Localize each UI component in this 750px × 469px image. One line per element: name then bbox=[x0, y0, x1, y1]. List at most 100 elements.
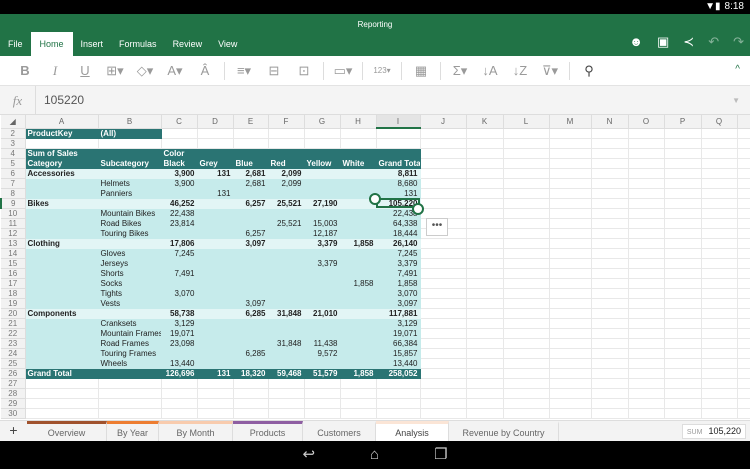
cell-g30[interactable] bbox=[304, 408, 340, 418]
cell-o16[interactable] bbox=[628, 268, 664, 278]
expand-formula-icon[interactable]: ▼ bbox=[732, 96, 740, 105]
cell-h10[interactable] bbox=[340, 208, 376, 218]
selection-handle[interactable] bbox=[369, 193, 381, 205]
cell-g11[interactable]: 15,003 bbox=[304, 218, 340, 228]
cell-e25[interactable] bbox=[233, 358, 268, 368]
cell-d17[interactable] bbox=[197, 278, 233, 288]
cell-m10[interactable] bbox=[549, 208, 591, 218]
cell-a23[interactable] bbox=[25, 338, 98, 348]
cell-j30[interactable] bbox=[420, 408, 466, 418]
cell-e16[interactable] bbox=[233, 268, 268, 278]
column-header-i[interactable]: I bbox=[376, 115, 420, 128]
cell-q3[interactable] bbox=[701, 138, 737, 148]
cell-g3[interactable] bbox=[304, 138, 340, 148]
align-icon[interactable]: ≡▾ bbox=[229, 63, 259, 79]
cell-f26[interactable]: 59,468 bbox=[268, 368, 304, 378]
cell-l24[interactable] bbox=[503, 348, 549, 358]
column-header-o[interactable]: O bbox=[628, 115, 664, 128]
row-header[interactable]: 16 bbox=[1, 268, 25, 278]
row-header[interactable]: 11 bbox=[1, 218, 25, 228]
cell-a12[interactable] bbox=[25, 228, 98, 238]
cell-o26[interactable] bbox=[628, 368, 664, 378]
cell-l9[interactable] bbox=[503, 198, 549, 208]
cell-b25[interactable]: Wheels bbox=[98, 358, 161, 368]
cell-c17[interactable] bbox=[161, 278, 197, 288]
cell-b7[interactable]: Helmets bbox=[98, 178, 161, 188]
cell-n20[interactable] bbox=[591, 308, 628, 318]
cell-p13[interactable] bbox=[664, 238, 701, 248]
cell-g16[interactable] bbox=[304, 268, 340, 278]
cell-q17[interactable] bbox=[701, 278, 737, 288]
cell-n27[interactable] bbox=[591, 378, 628, 388]
wrap-text-icon[interactable]: ⊡ bbox=[289, 63, 319, 79]
cell-p7[interactable] bbox=[664, 178, 701, 188]
cell-m12[interactable] bbox=[549, 228, 591, 238]
cell-m20[interactable] bbox=[549, 308, 591, 318]
cell-p15[interactable] bbox=[664, 258, 701, 268]
cell-e13[interactable]: 3,097 bbox=[233, 238, 268, 248]
cell-c28[interactable] bbox=[161, 388, 197, 398]
cell-a20[interactable]: Components bbox=[25, 308, 98, 318]
sheet-tab-analysis[interactable]: Analysis bbox=[376, 421, 449, 441]
sheet-tab-customers[interactable]: Customers bbox=[303, 421, 376, 441]
cell-i8[interactable]: 131 bbox=[376, 188, 420, 198]
cell-i24[interactable]: 15,857 bbox=[376, 348, 420, 358]
cell-d13[interactable] bbox=[197, 238, 233, 248]
cell-e3[interactable] bbox=[233, 138, 268, 148]
cell-p16[interactable] bbox=[664, 268, 701, 278]
cell-f11[interactable]: 25,521 bbox=[268, 218, 304, 228]
cell-q11[interactable] bbox=[701, 218, 737, 228]
cell-o25[interactable] bbox=[628, 358, 664, 368]
cell-e2[interactable] bbox=[233, 128, 268, 138]
column-header-g[interactable]: G bbox=[304, 115, 340, 128]
row-header[interactable]: 3 bbox=[1, 138, 25, 148]
cell-n25[interactable] bbox=[591, 358, 628, 368]
cell-a22[interactable] bbox=[25, 328, 98, 338]
cell-l6[interactable] bbox=[503, 168, 549, 178]
cell-o12[interactable] bbox=[628, 228, 664, 238]
cell-c11[interactable]: 23,814 bbox=[161, 218, 197, 228]
cell-r19[interactable] bbox=[737, 298, 750, 308]
cell-f21[interactable] bbox=[268, 318, 304, 328]
sheet-tab-overview[interactable]: Overview bbox=[27, 421, 107, 441]
cell-h3[interactable] bbox=[340, 138, 376, 148]
cell-o17[interactable] bbox=[628, 278, 664, 288]
cell-d24[interactable] bbox=[197, 348, 233, 358]
share-icon[interactable]: ≺ bbox=[683, 34, 694, 50]
cell-m9[interactable] bbox=[549, 198, 591, 208]
cell-b27[interactable] bbox=[98, 378, 161, 388]
row-header[interactable]: 29 bbox=[1, 398, 25, 408]
cell-p10[interactable] bbox=[664, 208, 701, 218]
cell-j14[interactable] bbox=[420, 248, 466, 258]
cell-e5[interactable]: Blue bbox=[233, 158, 268, 168]
cell-i12[interactable]: 18,444 bbox=[376, 228, 420, 238]
cell-d9[interactable] bbox=[197, 198, 233, 208]
cell-e20[interactable]: 6,285 bbox=[233, 308, 268, 318]
cell-k9[interactable] bbox=[466, 198, 503, 208]
cell-m4[interactable] bbox=[549, 148, 591, 158]
find-binoculars-icon[interactable]: ⚲ bbox=[574, 63, 604, 79]
cell-r15[interactable] bbox=[737, 258, 750, 268]
cell-o14[interactable] bbox=[628, 248, 664, 258]
cell-i7[interactable]: 8,680 bbox=[376, 178, 420, 188]
undo-icon[interactable]: ↶ bbox=[708, 34, 719, 50]
cell-e19[interactable]: 3,097 bbox=[233, 298, 268, 308]
cell-c29[interactable] bbox=[161, 398, 197, 408]
cell-a17[interactable] bbox=[25, 278, 98, 288]
cell-l7[interactable] bbox=[503, 178, 549, 188]
row-header[interactable]: 18 bbox=[1, 288, 25, 298]
cell-n14[interactable] bbox=[591, 248, 628, 258]
cell-p14[interactable] bbox=[664, 248, 701, 258]
cell-i21[interactable]: 3,129 bbox=[376, 318, 420, 328]
cell-p25[interactable] bbox=[664, 358, 701, 368]
cell-r20[interactable] bbox=[737, 308, 750, 318]
cell-f4[interactable] bbox=[268, 148, 304, 158]
cell-d12[interactable] bbox=[197, 228, 233, 238]
cell-g13[interactable]: 3,379 bbox=[304, 238, 340, 248]
cell-g29[interactable] bbox=[304, 398, 340, 408]
cell-n11[interactable] bbox=[591, 218, 628, 228]
cell-a25[interactable] bbox=[25, 358, 98, 368]
cell-d16[interactable] bbox=[197, 268, 233, 278]
cell-k11[interactable] bbox=[466, 218, 503, 228]
cell-m19[interactable] bbox=[549, 298, 591, 308]
